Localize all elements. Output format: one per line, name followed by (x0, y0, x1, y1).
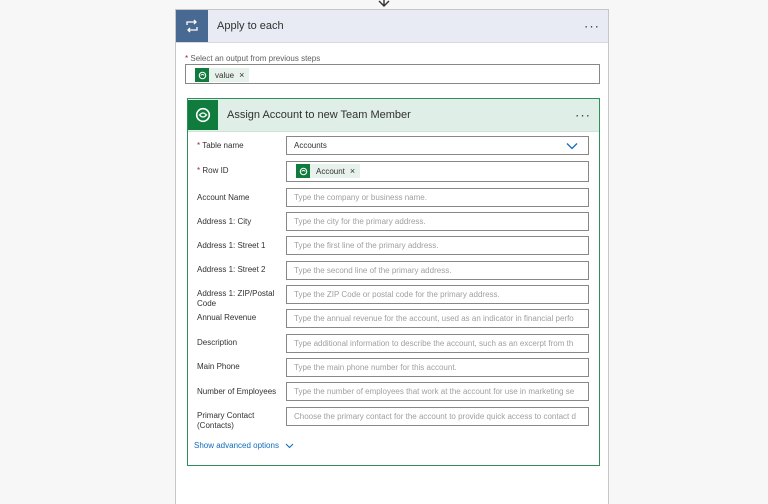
apply-to-each-header[interactable]: Apply to each ··· (176, 10, 608, 43)
main-phone-input[interactable]: Type the main phone number for this acco… (286, 358, 589, 377)
more-options-icon[interactable]: ··· (584, 20, 600, 33)
assign-account-title: Assign Account to new Team Member (227, 109, 411, 121)
address-city-input[interactable]: Type the city for the primary address. (286, 212, 589, 231)
description-input[interactable]: Type additional information to describe … (286, 334, 589, 353)
annual-revenue-input[interactable]: Type the annual revenue for the account,… (286, 309, 589, 328)
address-city-label: Address 1: City (197, 217, 252, 226)
address-street2-input[interactable]: Type the second line of the primary addr… (286, 261, 589, 280)
assign-account-card: Assign Account to new Team Member ··· * … (187, 98, 600, 466)
assign-account-header[interactable]: Assign Account to new Team Member ··· (188, 99, 599, 132)
remove-token-icon[interactable]: × (350, 163, 355, 180)
main-phone-label: Main Phone (197, 362, 240, 371)
value-token-label: value (215, 70, 235, 80)
number-of-employees-input[interactable]: Type the number of employees that work a… (286, 382, 589, 401)
description-label: Description (197, 338, 238, 347)
address-zip-input[interactable]: Type the ZIP Code or postal code for the… (286, 285, 589, 304)
number-of-employees-label: Number of Employees (197, 387, 277, 396)
chevron-down-icon (566, 143, 578, 150)
dataverse-icon (195, 68, 209, 82)
dataverse-icon (296, 164, 310, 178)
more-options-icon[interactable]: ··· (575, 109, 591, 122)
remove-token-icon[interactable]: × (239, 70, 244, 80)
dataverse-icon (188, 100, 218, 130)
account-token[interactable]: Account × (296, 163, 361, 180)
apply-to-each-title: Apply to each (217, 20, 284, 32)
table-name-dropdown[interactable]: Accounts (286, 136, 589, 155)
address-street2-label: Address 1: Street 2 (197, 265, 266, 274)
select-output-label: * Select an output from previous steps (185, 54, 321, 63)
table-name-label: * Table name (197, 141, 244, 150)
address-street1-label: Address 1: Street 1 (197, 241, 266, 250)
address-zip-label: Address 1: ZIP/Postal Code (197, 289, 275, 308)
row-id-input[interactable]: Account × (286, 161, 589, 182)
account-name-label: Account Name (197, 193, 250, 202)
address-street1-input[interactable]: Type the first line of the primary addre… (286, 236, 589, 255)
row-id-label: * Row ID (197, 166, 229, 175)
value-token[interactable]: value × (195, 68, 250, 82)
account-name-input[interactable]: Type the company or business name. (286, 188, 589, 207)
show-advanced-options-link[interactable]: Show advanced options (194, 441, 294, 450)
primary-contact-label: Primary Contact (Contacts) (197, 411, 255, 430)
flow-arrow-down-icon (378, 0, 390, 7)
apply-to-each-card: Apply to each ··· * Select an output fro… (175, 9, 609, 504)
loop-icon (176, 10, 208, 42)
chevron-down-icon (285, 443, 294, 448)
account-token-label: Account (316, 166, 345, 176)
select-output-input[interactable]: value × (185, 64, 600, 84)
annual-revenue-label: Annual Revenue (197, 313, 257, 322)
primary-contact-input[interactable]: Choose the primary contact for the accou… (286, 407, 589, 426)
